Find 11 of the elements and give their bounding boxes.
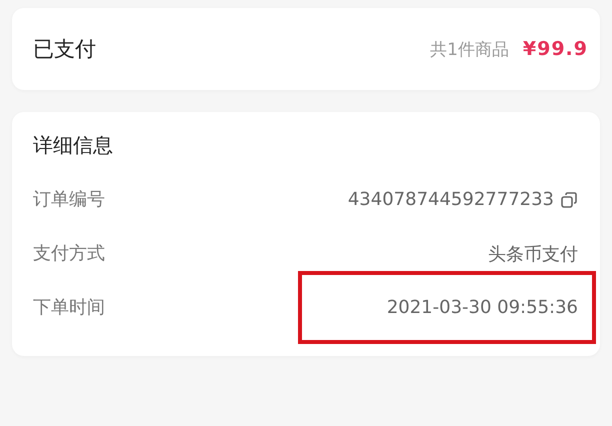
detail-value: 2021-03-30 09:55:36 bbox=[386, 297, 578, 318]
copy-icon[interactable] bbox=[560, 190, 578, 208]
section-title: 详细信息 bbox=[33, 132, 114, 154]
price: ¥99.9 bbox=[522, 38, 588, 60]
detail-label: 支付方式 bbox=[33, 242, 105, 265]
detail-label: 下单时间 bbox=[33, 296, 105, 319]
item-count: 共1件商品 bbox=[430, 38, 509, 60]
detail-value: 434078744592777233 bbox=[348, 189, 554, 210]
order-status: 已支付 bbox=[33, 36, 97, 63]
detail-value: 头条币支付 bbox=[488, 242, 578, 266]
detail-label: 订单编号 bbox=[33, 188, 105, 211]
